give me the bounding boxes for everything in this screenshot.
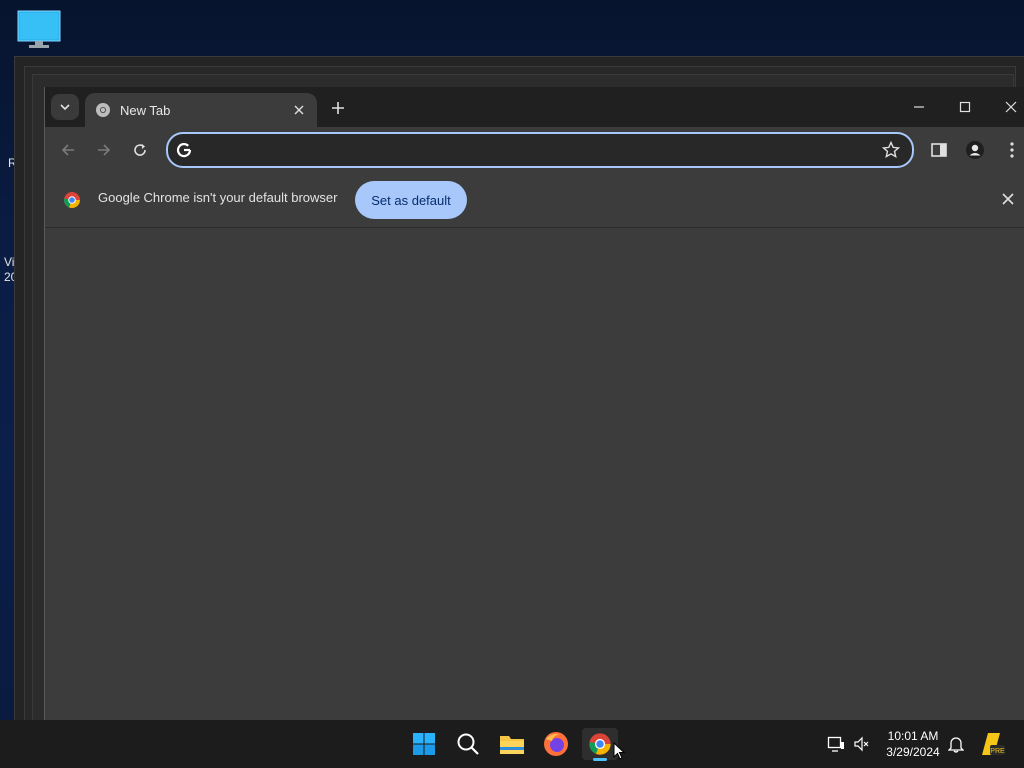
- this-pc-desktop-icon[interactable]: [16, 10, 62, 50]
- plus-icon: [332, 102, 344, 114]
- profile-button[interactable]: [962, 137, 988, 163]
- bookmark-star-icon[interactable]: [882, 141, 900, 159]
- reload-icon: [134, 144, 146, 156]
- new-tab-button[interactable]: [327, 97, 349, 119]
- side-panel-icon: [931, 143, 947, 157]
- desktop-label-clipped: Vi: [4, 255, 15, 269]
- chevron-down-icon: [60, 104, 70, 111]
- search-icon: [457, 733, 479, 755]
- maximize-button[interactable]: [945, 94, 985, 120]
- taskbar: 10:01 AM 3/29/2024 PRE: [0, 720, 1024, 768]
- address-bar[interactable]: [166, 132, 914, 168]
- arrow-right-icon: [98, 144, 111, 156]
- menu-button[interactable]: [999, 137, 1024, 163]
- set-as-default-button[interactable]: Set as default: [355, 181, 467, 219]
- profile-avatar-icon: [966, 141, 984, 159]
- speaker-muted-icon: [854, 736, 869, 752]
- close-icon: [294, 105, 304, 115]
- kebab-menu-icon: [1010, 142, 1014, 158]
- monitor-icon: [17, 10, 61, 48]
- taskbar-clock[interactable]: 10:01 AM 3/29/2024: [880, 728, 946, 760]
- insider-preview-badge[interactable]: PRE: [976, 728, 1008, 760]
- tab-new-tab[interactable]: New Tab: [85, 93, 317, 127]
- maximize-icon: [959, 101, 971, 113]
- arrow-left-icon: [61, 144, 74, 156]
- title-bar: New Tab: [45, 87, 1024, 127]
- infobar-message: Google Chrome isn't your default browser: [98, 190, 338, 205]
- page-content: [45, 228, 1024, 720]
- chrome-icon: [589, 733, 611, 755]
- tab-title: New Tab: [120, 102, 171, 118]
- firefox-icon: [544, 732, 568, 756]
- preview-badge-text: PRE: [990, 748, 1005, 755]
- minimize-icon: [914, 106, 924, 108]
- network-icon: [827, 736, 844, 752]
- chrome-window: New Tab Google Chrome isn't your default…: [44, 87, 1024, 720]
- back-button[interactable]: [55, 137, 81, 163]
- chrome-newtab-icon: [96, 103, 110, 117]
- close-window-button[interactable]: [991, 94, 1024, 120]
- tab-close-button[interactable]: [289, 100, 309, 120]
- firefox-button[interactable]: [540, 728, 572, 760]
- start-icon: [413, 733, 435, 755]
- forward-button[interactable]: [91, 137, 117, 163]
- notifications-button[interactable]: [944, 728, 968, 760]
- tab-search-button[interactable]: [51, 94, 79, 120]
- clock-date: 3/29/2024: [886, 745, 940, 759]
- network-button[interactable]: [822, 728, 850, 760]
- minimize-button[interactable]: [899, 94, 939, 120]
- reload-button[interactable]: [127, 137, 153, 163]
- active-app-indicator: [593, 758, 607, 761]
- address-input[interactable]: [202, 134, 866, 168]
- taskbar-search-button[interactable]: [452, 728, 484, 760]
- default-browser-infobar: Google Chrome isn't your default browser…: [45, 171, 1024, 228]
- file-explorer-button[interactable]: [496, 728, 528, 760]
- mouse-cursor-icon: [613, 742, 625, 760]
- close-icon[interactable]: [1002, 193, 1014, 205]
- file-explorer-icon: [500, 736, 524, 754]
- insider-preview-icon: PRE: [982, 733, 1005, 755]
- chrome-logo-icon: [64, 192, 80, 208]
- close-icon: [1005, 101, 1017, 113]
- start-button[interactable]: [408, 728, 440, 760]
- clock-time: 10:01 AM: [887, 729, 939, 743]
- side-panel-button[interactable]: [926, 137, 952, 163]
- toolbar: [45, 127, 1024, 171]
- google-g-icon: [176, 143, 192, 158]
- bell-icon: [948, 737, 964, 753]
- volume-button[interactable]: [848, 728, 876, 760]
